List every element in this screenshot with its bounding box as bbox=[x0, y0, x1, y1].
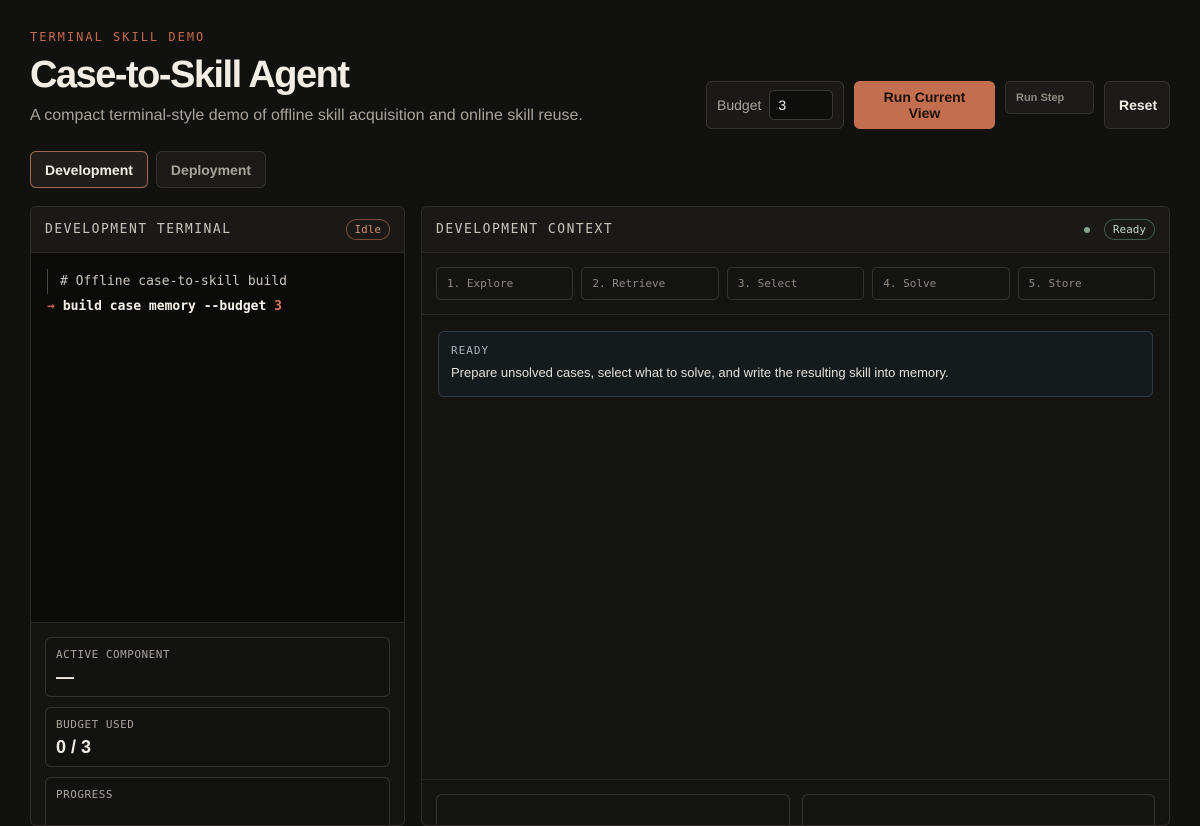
bottom-card-left bbox=[436, 794, 790, 825]
step-select[interactable]: 3. Select bbox=[726, 267, 865, 300]
pipeline-steps: 1. Explore 2. Retrieve 3. Select 4. Solv… bbox=[422, 253, 1169, 315]
bottom-card-right bbox=[801, 794, 1155, 825]
terminal-title: DEVELOPMENT TERMINAL bbox=[45, 222, 232, 237]
reset-button[interactable]: Reset bbox=[1104, 81, 1170, 129]
stat-budget-used: BUDGET USED 0 / 3 bbox=[45, 707, 390, 767]
page-subtitle: A compact terminal-style demo of offline… bbox=[30, 107, 583, 124]
stats-list: ACTIVE COMPONENT — BUDGET USED 0 / 3 PRO… bbox=[31, 623, 404, 825]
stat-active-component: ACTIVE COMPONENT — bbox=[45, 637, 390, 697]
context-status-badge: Ready bbox=[1103, 219, 1155, 240]
budget-control: Budget bbox=[706, 81, 844, 129]
context-bottom-row bbox=[422, 780, 1169, 825]
terminal-header: DEVELOPMENT TERMINAL Idle bbox=[31, 207, 404, 253]
tab-development[interactable]: Development bbox=[30, 151, 148, 188]
stat-value: 0 / 3 bbox=[56, 737, 92, 757]
stat-label: ACTIVE COMPONENT bbox=[56, 648, 170, 661]
budget-label: Budget bbox=[717, 97, 762, 113]
development-terminal-panel: DEVELOPMENT TERMINAL Idle # Offline case… bbox=[30, 206, 405, 826]
terminal-comment-line: # Offline case-to-skill build bbox=[47, 269, 388, 294]
ready-card: READY Prepare unsolved cases, select wha… bbox=[438, 331, 1153, 397]
step-solve[interactable]: 4. Solve bbox=[872, 267, 1010, 300]
stat-progress: PROGRESS bbox=[45, 777, 390, 825]
context-title: DEVELOPMENT CONTEXT bbox=[436, 222, 614, 237]
development-context-panel: DEVELOPMENT CONTEXT Ready 1. Explore 2. … bbox=[421, 206, 1170, 826]
step-retrieve[interactable]: 2. Retrieve bbox=[581, 267, 719, 300]
context-status-group: Ready bbox=[1083, 219, 1155, 240]
eyebrow-label: TERMINAL SKILL DEMO bbox=[30, 30, 206, 44]
page-title: Case-to-Skill Agent bbox=[30, 54, 350, 96]
stat-value: — bbox=[56, 667, 74, 687]
toolbar: Budget Run Current View Run Step Reset bbox=[706, 81, 1170, 129]
step-explore[interactable]: 1. Explore bbox=[436, 267, 574, 300]
status-dot-icon bbox=[1083, 226, 1090, 233]
budget-input[interactable] bbox=[769, 90, 834, 120]
run-step-button[interactable]: Run Step bbox=[1005, 81, 1094, 114]
stat-label: PROGRESS bbox=[56, 788, 113, 801]
terminal-status-badge: Idle bbox=[345, 219, 390, 240]
stat-label: BUDGET USED bbox=[56, 718, 135, 731]
terminal-command: build case memory --budget bbox=[62, 299, 267, 314]
view-tabs: Development Deployment bbox=[30, 151, 267, 188]
context-header: DEVELOPMENT CONTEXT Ready bbox=[422, 207, 1169, 253]
step-store[interactable]: 5. Store bbox=[1017, 267, 1156, 300]
context-body: READY Prepare unsolved cases, select wha… bbox=[422, 315, 1169, 780]
run-current-view-button[interactable]: Run Current View bbox=[854, 81, 995, 129]
ready-card-label: READY bbox=[451, 344, 490, 357]
ready-card-text: Prepare unsolved cases, select what to s… bbox=[451, 365, 949, 380]
tab-deployment[interactable]: Deployment bbox=[155, 151, 267, 188]
terminal-output[interactable]: # Offline case-to-skill build → build ca… bbox=[31, 253, 404, 623]
terminal-command-arg: 3 bbox=[274, 299, 282, 314]
terminal-command-line: → build case memory --budget 3 bbox=[47, 294, 388, 319]
prompt-arrow-icon: → bbox=[47, 299, 55, 314]
